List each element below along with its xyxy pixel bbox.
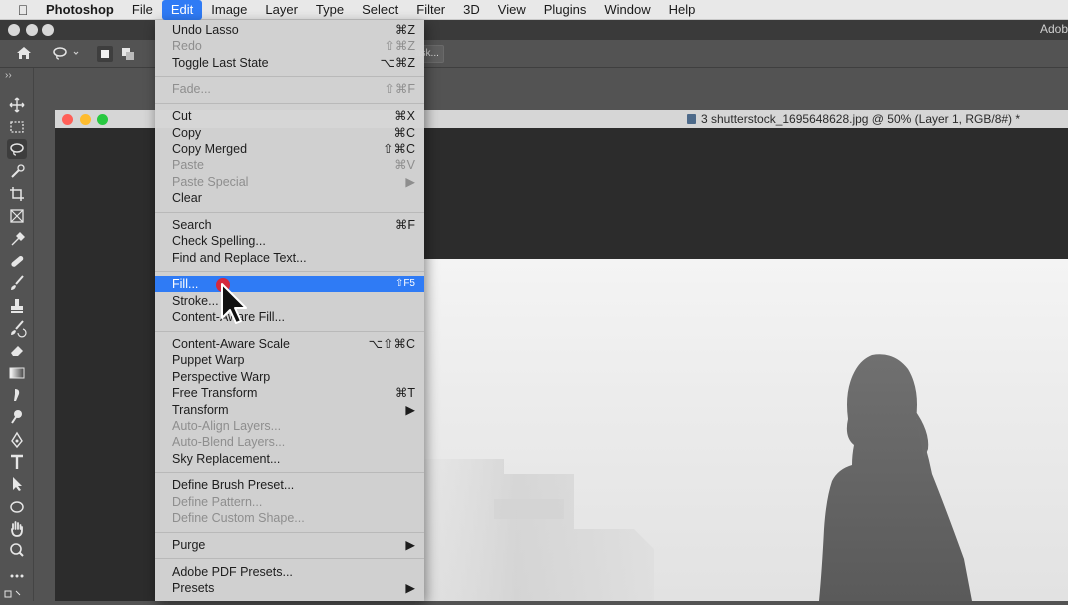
menu-item-transform[interactable]: Transform ▶ bbox=[155, 402, 424, 418]
add-to-selection-icon[interactable] bbox=[121, 47, 135, 61]
menu-item-redo[interactable]: Redo ⇧⌘Z bbox=[155, 38, 424, 54]
document-title: 3 shutterstock_1695648628.jpg @ 50% (Lay… bbox=[701, 112, 1021, 126]
menu-image[interactable]: Image bbox=[202, 0, 256, 20]
menu-item-content-aware-scale[interactable]: Content-Aware Scale ⌥⇧⌘C bbox=[155, 336, 424, 352]
menu-item-pdf-presets[interactable]: Adobe PDF Presets... bbox=[155, 564, 424, 580]
image-canvas[interactable] bbox=[424, 259, 1068, 601]
menu-select[interactable]: Select bbox=[353, 0, 407, 20]
apple-icon[interactable]:  bbox=[0, 2, 46, 18]
menu-separator bbox=[155, 472, 424, 473]
eraser-icon[interactable] bbox=[7, 340, 27, 360]
doc-zoom-button[interactable] bbox=[97, 114, 108, 125]
menu-file[interactable]: File bbox=[123, 0, 162, 20]
menu-separator bbox=[155, 331, 424, 332]
ellipse-icon[interactable] bbox=[7, 497, 27, 517]
menu-item-fill[interactable]: Fill... ⇧F5 bbox=[155, 276, 424, 292]
doc-minimize-button[interactable] bbox=[80, 114, 91, 125]
menu-window[interactable]: Window bbox=[595, 0, 659, 20]
menu-item-paste-special[interactable]: Paste Special ▶ bbox=[155, 174, 424, 190]
menu-bar:  Photoshop File Edit Image Layer Type S… bbox=[0, 0, 1068, 20]
menu-item-define-shape[interactable]: Define Custom Shape... bbox=[155, 510, 424, 526]
minimize-window-button[interactable] bbox=[26, 24, 38, 36]
new-selection-button[interactable] bbox=[97, 46, 113, 62]
chevron-right-icon: ▶ bbox=[405, 581, 415, 595]
move-icon[interactable] bbox=[7, 95, 27, 115]
menu-separator bbox=[155, 103, 424, 104]
zoom-window-button[interactable] bbox=[42, 24, 54, 36]
menu-item-stroke[interactable]: Stroke... bbox=[155, 293, 424, 309]
menu-item-copy-merged[interactable]: Copy Merged ⇧⌘C bbox=[155, 141, 424, 157]
lasso-tool-icon[interactable] bbox=[7, 139, 27, 159]
chevron-right-icon: ▶ bbox=[405, 403, 415, 417]
menu-type[interactable]: Type bbox=[307, 0, 353, 20]
menu-item-toggle-last-state[interactable]: Toggle Last State ⌥⌘Z bbox=[155, 55, 424, 71]
crop-icon[interactable] bbox=[7, 184, 27, 204]
menu-help[interactable]: Help bbox=[660, 0, 705, 20]
menu-item-perspective-warp[interactable]: Perspective Warp bbox=[155, 369, 424, 385]
menu-item-content-aware-fill[interactable]: Content-Aware Fill... bbox=[155, 309, 424, 325]
dodge-icon[interactable] bbox=[7, 407, 27, 427]
menu-layer[interactable]: Layer bbox=[256, 0, 307, 20]
hand-icon[interactable] bbox=[7, 519, 27, 539]
frame-icon[interactable] bbox=[7, 206, 27, 226]
collapse-panel-icon[interactable]: ›› bbox=[5, 70, 12, 81]
smudge-icon[interactable] bbox=[7, 385, 27, 405]
menu-item-presets[interactable]: Presets ▶ bbox=[155, 580, 424, 596]
menu-item-clear[interactable]: Clear bbox=[155, 190, 424, 206]
healing-icon[interactable] bbox=[7, 251, 27, 271]
gradient-icon[interactable] bbox=[7, 363, 27, 383]
menu-separator bbox=[155, 532, 424, 533]
menu-item-define-brush[interactable]: Define Brush Preset... bbox=[155, 477, 424, 493]
default-colors-icon[interactable] bbox=[2, 585, 22, 605]
menu-separator bbox=[155, 212, 424, 213]
clone-stamp-icon[interactable] bbox=[7, 296, 27, 316]
menu-item-paste[interactable]: Paste ⌘V bbox=[155, 157, 424, 173]
menu-item-define-pattern[interactable]: Define Pattern... bbox=[155, 494, 424, 510]
menu-separator bbox=[155, 558, 424, 559]
menu-item-cut[interactable]: Cut ⌘X bbox=[155, 108, 424, 124]
silhouette-image bbox=[424, 354, 972, 601]
mouse-cursor-icon bbox=[216, 278, 247, 324]
menu-item-auto-blend[interactable]: Auto-Blend Layers... bbox=[155, 434, 424, 450]
chevron-right-icon: ▶ bbox=[405, 538, 415, 552]
menu-item-sky-replacement[interactable]: Sky Replacement... bbox=[155, 451, 424, 467]
brush-icon[interactable] bbox=[7, 273, 27, 293]
menu-item-auto-align[interactable]: Auto-Align Layers... bbox=[155, 418, 424, 434]
pen-icon[interactable] bbox=[7, 430, 27, 450]
menu-edit[interactable]: Edit bbox=[161, 0, 203, 20]
menu-item-purge[interactable]: Purge ▶ bbox=[155, 537, 424, 553]
menu-item-puppet-warp[interactable]: Puppet Warp bbox=[155, 352, 424, 368]
zoom-icon[interactable] bbox=[7, 541, 27, 561]
file-icon bbox=[687, 114, 696, 124]
chevron-right-icon: ▶ bbox=[405, 175, 415, 189]
menu-item-search[interactable]: Search ⌘F bbox=[155, 217, 424, 233]
eyedropper-icon[interactable] bbox=[7, 229, 27, 249]
type-icon[interactable] bbox=[7, 452, 27, 472]
more-icon[interactable] bbox=[7, 566, 27, 586]
menu-item-copy[interactable]: Copy ⌘C bbox=[155, 125, 424, 141]
marquee-icon[interactable] bbox=[7, 117, 27, 137]
menu-item-undo[interactable]: Undo Lasso ⌘Z bbox=[155, 22, 424, 38]
menu-app[interactable]: Photoshop bbox=[46, 0, 123, 20]
menu-item-find-replace[interactable]: Find and Replace Text... bbox=[155, 250, 424, 266]
menu-item-fade[interactable]: Fade... ⇧⌘F bbox=[155, 81, 424, 97]
menu-3d[interactable]: 3D bbox=[454, 0, 489, 20]
lasso-icon[interactable] bbox=[52, 46, 80, 60]
menu-filter[interactable]: Filter bbox=[407, 0, 454, 20]
menu-item-free-transform[interactable]: Free Transform ⌘T bbox=[155, 385, 424, 401]
edit-menu: Undo Lasso ⌘Z Redo ⇧⌘Z Toggle Last State ⌥⌘… bbox=[155, 20, 424, 601]
menu-view[interactable]: View bbox=[489, 0, 535, 20]
menu-separator bbox=[155, 76, 424, 77]
doc-close-button[interactable] bbox=[62, 114, 73, 125]
quick-selection-icon[interactable] bbox=[7, 162, 27, 182]
app-title: Adob bbox=[1039, 22, 1068, 36]
home-icon[interactable] bbox=[16, 46, 32, 60]
path-selection-icon[interactable] bbox=[7, 474, 27, 494]
menu-plugins[interactable]: Plugins bbox=[535, 0, 596, 20]
close-window-button[interactable] bbox=[8, 24, 20, 36]
history-brush-icon[interactable] bbox=[7, 318, 27, 338]
menu-separator bbox=[155, 271, 424, 272]
menu-item-check-spelling[interactable]: Check Spelling... bbox=[155, 233, 424, 249]
